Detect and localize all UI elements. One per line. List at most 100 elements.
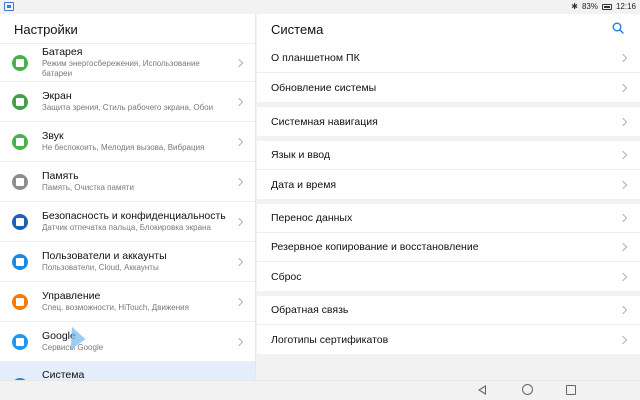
chevron-right-icon [234,177,244,186]
settings-item-text: Управление Спец. возможности, HiTouch, Дв… [42,290,228,313]
settings-group: О планшетном ПК Обновление системы [257,44,640,102]
chevron-right-icon [234,337,244,346]
settings-group: Язык и ввод Дата и время [257,141,640,199]
system-menu-item-label: Логотипы сертификатов [271,333,389,346]
system-menu-item[interactable]: Логотипы сертификатов [257,325,640,354]
settings-item-text: Батарея Режим энергосбережения, Использов… [42,46,228,79]
recents-icon[interactable] [566,385,576,395]
settings-item-text: Пользователи и аккаунты Пользователи, Clo… [42,250,228,273]
chevron-right-icon [618,272,628,281]
icon-glyph [16,217,24,226]
chevron-right-icon [234,58,244,67]
system-menu-item[interactable]: Системная навигация [257,107,640,136]
settings-item[interactable]: Память Память, Очистка памяти [0,162,255,202]
chevron-right-icon [618,180,628,189]
settings-item-title: Система [42,369,85,380]
settings-item-title: Память [42,170,79,182]
settings-item-subtitle: Датчик отпечатка пальца, Блокировка экра… [42,223,211,232]
battery-status-icon [601,3,612,10]
notification-icon [4,2,14,11]
settings-item-subtitle: Защита зрения, Стиль рабочего экрана, Об… [42,103,214,112]
detail-list: О планшетном ПК Обновление системы Системн… [257,44,640,354]
search-icon[interactable] [612,22,624,34]
system-menu-item-label: Системная навигация [271,115,378,128]
system-menu-item[interactable]: Резервное копирование и восстановление [257,233,640,262]
chevron-right-icon [618,213,628,223]
chevron-right-icon [618,117,628,126]
settings-item[interactable]: Безопасность и конфиденциальность Датчик … [0,202,255,242]
settings-item-subtitle: Спец. возможности, HiTouch, Движения [42,303,189,312]
home-icon[interactable] [522,384,533,395]
settings-item[interactable]: Звук Не беспокоить, Мелодия вызова, Вибра… [0,122,255,162]
page-title: Настройки [0,14,255,44]
system-menu-item[interactable]: Обновление системы [257,73,640,102]
settings-item-title: Управление [42,290,101,302]
settings-item-title: Батарея [42,46,83,58]
system-menu-item[interactable]: Дата и время [257,170,640,199]
battery-icon [12,54,28,71]
icon-glyph [16,297,24,306]
user-icon [12,253,28,270]
display-icon [12,93,28,110]
settings-item-text: СистемаСистемная навигация, Обновление с… [42,369,228,380]
icon-glyph [16,257,24,266]
system-menu-item[interactable]: О планшетном ПК [257,44,640,73]
system-menu-item[interactable]: Перенос данных [257,204,640,233]
chevron-right-icon [618,150,628,160]
settings-group: Системная навигация [257,107,640,136]
chevron-right-icon [618,83,628,92]
hand-icon [12,293,28,310]
chevron-right-icon [234,257,244,266]
settings-item-title: Безопасность и конфиденциальность [42,210,226,222]
status-bar: ✱ 83% 12:16 [0,0,640,14]
battery-percent: 83% [581,2,598,11]
settings-item[interactable]: Батарея Режим энергосбережения, Использов… [0,44,255,82]
system-menu-item-label: Дата и время [271,178,337,191]
settings-list-pane: Настройки Батарея Режим энергосбережения,… [0,14,256,380]
settings-item-subtitle: Режим энергосбережения, Использование ба… [42,59,200,78]
settings-item[interactable]: Google Сервисы Google [0,322,255,362]
settings-list: Батарея Режим энергосбережения, Использов… [0,44,255,380]
settings-item[interactable]: СистемаСистемная навигация, Обновление с… [0,362,255,380]
system-menu-item-label: Язык и ввод [271,149,331,161]
settings-item[interactable]: Пользователи и аккаунты Пользователи, Clo… [0,242,255,282]
clock: 12:16 [615,2,636,11]
system-menu-item-label: Обратная связь [271,304,349,316]
settings-item-text: Безопасность и конфиденциальность Датчик … [42,210,228,233]
chevron-right-icon [234,97,244,106]
settings-item[interactable]: Управление Спец. возможности, HiTouch, Дв… [0,282,255,322]
chevron-right-icon [618,242,628,252]
icon-glyph [16,58,24,67]
icon-glyph [16,337,24,346]
system-menu-item-label: Перенос данных [271,212,353,224]
detail-title: Система [271,22,324,37]
navigation-bar [0,380,640,400]
settings-item-title: Пользователи и аккаунты [42,250,167,262]
chevron-right-icon [618,305,628,315]
chevron-right-icon [618,335,628,344]
settings-item-subtitle: Не беспокоить, Мелодия вызова, Вибрация [42,143,205,152]
icon-glyph [16,97,24,106]
system-menu-item-label: Сброс [271,270,302,283]
system-menu-item-label: Обновление системы [271,81,377,94]
settings-item-text: Экран Защита зрения, Стиль рабочего экран… [42,90,228,113]
system-menu-item-label: Резервное копирование и восстановление [271,241,479,253]
system-detail-pane: Система О планшетном ПК Обновление систем… [257,14,640,380]
settings-group: Перенос данных Резервное копирование и во… [257,204,640,291]
icon-glyph [16,177,24,186]
back-icon[interactable] [478,385,486,395]
system-menu-item[interactable]: Обратная связь [257,296,640,325]
system-menu-item-label: О планшетном ПК [271,52,360,64]
settings-item-text: Звук Не беспокоить, Мелодия вызова, Вибра… [42,130,228,153]
system-menu-item[interactable]: Язык и ввод [257,141,640,170]
settings-item-subtitle: Пользователи, Cloud, Аккаунты [42,263,159,272]
system-menu-item[interactable]: Сброс [257,262,640,291]
chevron-right-icon [618,53,628,63]
settings-item-title: Экран [42,90,72,102]
settings-item-subtitle: Память, Очистка памяти [42,183,134,192]
detail-header: Система [257,14,640,44]
sound-icon [12,133,28,150]
settings-group: Обратная связь Логотипы сертификатов [257,296,640,354]
settings-item[interactable]: Экран Защита зрения, Стиль рабочего экран… [0,82,255,122]
chevron-right-icon [234,137,244,146]
